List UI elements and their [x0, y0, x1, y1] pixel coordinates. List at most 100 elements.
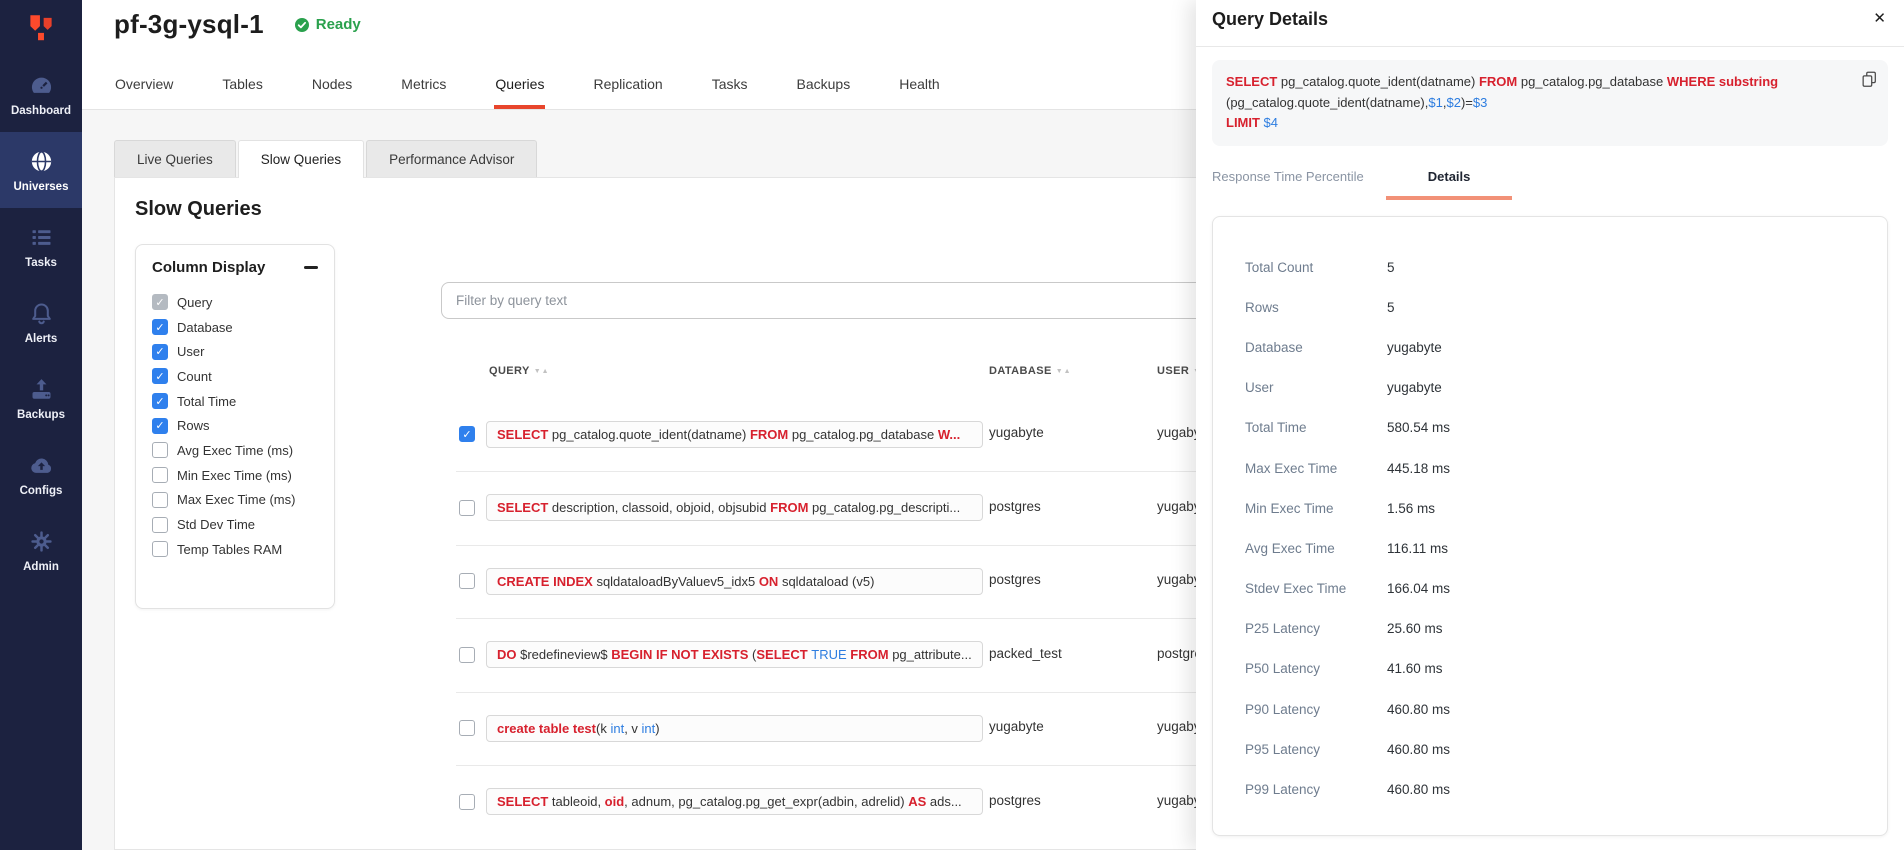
app-root: DashboardUniversesTasksAlertsBackupsConf… [0, 0, 1904, 850]
metric-row: Rows5 [1213, 287, 1887, 327]
subtab-live-queries[interactable]: Live Queries [114, 140, 236, 177]
user-cell: yugabyte [1157, 793, 1196, 808]
checkbox[interactable] [152, 541, 168, 557]
query-cell[interactable]: CREATE INDEX sqldataloadByValuev5_idx5 O… [486, 568, 983, 595]
sidebar-nav: Dashboard Universes Tasks AlertsBackupsConf… [0, 56, 82, 588]
checkbox[interactable]: ✓ [152, 393, 168, 409]
metric-value: 1.56 ms [1387, 501, 1435, 516]
database-cell: postgres [989, 572, 1041, 587]
copy-icon[interactable] [1860, 70, 1878, 96]
sql-token: pg_catalog.pg_database [792, 427, 938, 442]
column-header-database[interactable]: DATABASE▼▲ [989, 365, 1072, 377]
checkbox[interactable]: ✓ [152, 294, 168, 310]
sidebar-item-tasks[interactable]: Tasks [0, 208, 82, 284]
sidebar-item-backups[interactable]: Backups [0, 360, 82, 436]
column-header-query[interactable]: QUERY▼▲ [489, 365, 550, 377]
details-title: Query Details [1212, 9, 1328, 30]
metric-value: 25.60 ms [1387, 621, 1443, 636]
sql-line: LIMIT $4 [1226, 113, 1844, 134]
query-cell[interactable]: create table test(k int, v int) [486, 715, 983, 742]
column-option-total-time[interactable]: ✓Total Time [152, 389, 318, 414]
subtab-performance-advisor[interactable]: Performance Advisor [366, 140, 537, 177]
checkbox[interactable]: ✓ [152, 319, 168, 335]
column-option-user[interactable]: ✓User [152, 339, 318, 364]
tab-health[interactable]: Health [898, 66, 940, 109]
column-option-max-exec-time-ms-[interactable]: Max Exec Time (ms) [152, 488, 318, 513]
checkbox[interactable] [152, 442, 168, 458]
sql-token: (k [596, 721, 610, 736]
metric-label: P90 Latency [1245, 702, 1387, 717]
checkbox[interactable]: ✓ [152, 418, 168, 434]
row-checkbox[interactable] [459, 794, 475, 810]
sort-icon[interactable]: ▼▲ [1056, 368, 1072, 375]
column-option-min-exec-time-ms-[interactable]: Min Exec Time (ms) [152, 463, 318, 488]
query-cell[interactable]: DO $redefineview$ BEGIN IF NOT EXISTS (S… [486, 641, 983, 668]
row-checkbox[interactable] [459, 573, 475, 589]
column-option-label: Query [177, 295, 212, 310]
checkbox[interactable]: ✓ [152, 344, 168, 360]
user-cell: yugabyte [1157, 425, 1196, 440]
metric-label: Avg Exec Time [1245, 541, 1387, 556]
close-icon[interactable]: ✕ [1873, 9, 1886, 27]
tab-nodes[interactable]: Nodes [311, 66, 353, 109]
metric-row: P95 Latency460.80 ms [1213, 729, 1887, 769]
tab-backups[interactable]: Backups [796, 66, 852, 109]
sidebar-item-admin[interactable]: Admin [0, 512, 82, 588]
column-option-temp-tables-ram[interactable]: Temp Tables RAM [152, 537, 318, 562]
checkbox[interactable] [152, 517, 168, 533]
column-option-count[interactable]: ✓Count [152, 364, 318, 389]
metric-value: yugabyte [1387, 340, 1442, 355]
sidebar-item-label: Tasks [25, 257, 57, 269]
column-option-rows[interactable]: ✓Rows [152, 413, 318, 438]
tab-replication[interactable]: Replication [592, 66, 663, 109]
row-divider [456, 692, 1196, 693]
row-checkbox[interactable] [459, 720, 475, 736]
sql-token: , adnum, pg_catalog.pg_get_expr(adbin, a… [624, 794, 908, 809]
column-header-user[interactable]: USER▼▲ [1157, 365, 1196, 377]
tab-tasks[interactable]: Tasks [711, 66, 749, 109]
sql-token: $1 [1428, 95, 1442, 110]
metric-value: 460.80 ms [1387, 742, 1450, 757]
tab-tables[interactable]: Tables [221, 66, 263, 109]
database-cell: postgres [989, 793, 1041, 808]
subtab-slow-queries[interactable]: Slow Queries [238, 140, 364, 178]
query-cell[interactable]: SELECT tableoid, oid, adnum, pg_catalog.… [486, 788, 983, 815]
query-cell[interactable]: SELECT description, classoid, objoid, ob… [486, 494, 983, 521]
sidebar-item-universes[interactable]: Universes [0, 132, 82, 208]
row-checkbox[interactable] [459, 647, 475, 663]
metric-label: Rows [1245, 300, 1387, 315]
column-option-database[interactable]: ✓Database [152, 315, 318, 340]
sidebar-item-alerts[interactable]: Alerts [0, 284, 82, 360]
column-option-std-dev-time[interactable]: Std Dev Time [152, 512, 318, 537]
column-option-avg-exec-time-ms-[interactable]: Avg Exec Time (ms) [152, 438, 318, 463]
sort-icon[interactable]: ▼▲ [534, 368, 550, 375]
column-option-label: Std Dev Time [177, 517, 255, 532]
collapse-minus-icon[interactable] [304, 266, 318, 269]
sidebar-item-label: Dashboard [11, 105, 71, 117]
checkbox[interactable] [152, 467, 168, 483]
database-cell: postgres [989, 499, 1041, 514]
yugabyte-logo[interactable] [0, 0, 82, 56]
query-cell[interactable]: SELECT pg_catalog.quote_ident(datname) F… [486, 421, 983, 448]
metric-value: 580.54 ms [1387, 420, 1450, 435]
query-filter-input[interactable] [441, 282, 1196, 319]
row-checkbox[interactable]: ✓ [459, 426, 475, 442]
row-divider [456, 765, 1196, 766]
details-tab-details[interactable]: Details [1386, 158, 1513, 200]
sql-token: FROM [850, 647, 892, 662]
sidebar-item-configs[interactable]: Configs [0, 436, 82, 512]
column-option-query[interactable]: ✓ Query [152, 290, 318, 315]
tab-queries[interactable]: Queries [494, 66, 545, 109]
sidebar-item-dashboard[interactable]: Dashboard [0, 56, 82, 132]
tab-overview[interactable]: Overview [114, 66, 174, 109]
universe-title-row: pf-3g-ysql-1 Ready [82, 0, 1196, 40]
sql-line: SELECT pg_catalog.quote_ident(datname) F… [1226, 72, 1844, 93]
checkbox[interactable] [152, 492, 168, 508]
row-checkbox[interactable] [459, 500, 475, 516]
checkbox[interactable]: ✓ [152, 368, 168, 384]
metric-value: 5 [1387, 260, 1395, 275]
details-tab-response-time-percentile[interactable]: Response Time Percentile [1212, 158, 1386, 200]
tab-metrics[interactable]: Metrics [400, 66, 447, 109]
column-options: ✓ Query ✓Database✓User✓Count✓Total Time✓Ro… [152, 290, 318, 562]
metric-label: P50 Latency [1245, 661, 1387, 676]
